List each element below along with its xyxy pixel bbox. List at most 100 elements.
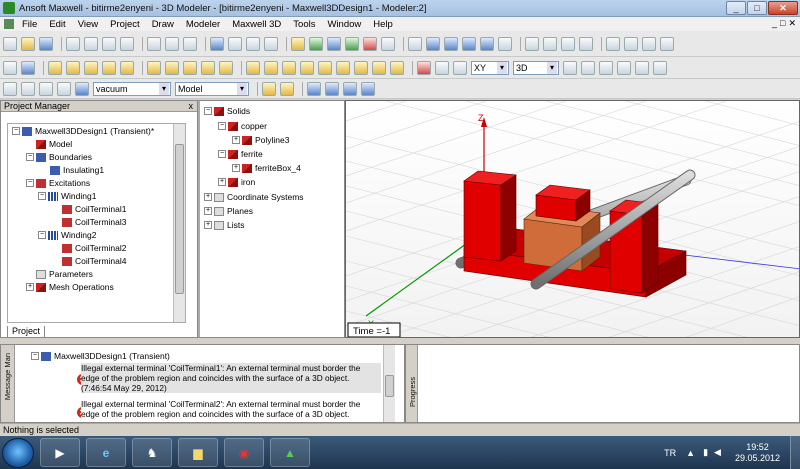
- project-manager-close-button[interactable]: x: [189, 101, 194, 112]
- maxwell-taskbar-button[interactable]: ▲: [270, 438, 310, 467]
- draw-region-icon[interactable]: [417, 60, 431, 75]
- tab-project[interactable]: Project: [7, 326, 46, 338]
- mdi-maximize-button[interactable]: □: [780, 18, 785, 29]
- viewport-canvas[interactable]: Z X: [346, 101, 800, 338]
- tree-item-winding2[interactable]: − Winding2: [38, 230, 96, 240]
- draw-surface-icon[interactable]: [219, 60, 233, 75]
- field-overlay-icon[interactable]: [345, 36, 359, 51]
- measure-icon[interactable]: [599, 60, 613, 75]
- draw-cylinder-icon[interactable]: [264, 60, 278, 75]
- measure-position-icon[interactable]: [617, 60, 631, 75]
- tree-item-coilterminal2[interactable]: CoilTerminal2: [62, 243, 127, 253]
- material-select[interactable]: vacuum: [93, 81, 171, 96]
- minimize-button[interactable]: _: [726, 1, 746, 15]
- collapse-icon[interactable]: −: [38, 192, 46, 200]
- measure-length-icon[interactable]: [635, 60, 649, 75]
- rotate-screen-icon[interactable]: [462, 36, 476, 51]
- split-icon[interactable]: [57, 81, 71, 96]
- expand-icon[interactable]: +: [218, 178, 226, 186]
- select-icon[interactable]: [210, 36, 224, 51]
- hide-selection-icon[interactable]: [642, 36, 656, 51]
- draw-center-arc-icon[interactable]: [102, 60, 116, 75]
- plane-select[interactable]: XY: [471, 60, 509, 75]
- tree-item-design[interactable]: − Maxwell3DDesign1 (Transient)*: [12, 126, 154, 136]
- draw-sphere-icon[interactable]: [318, 60, 332, 75]
- visibility-icon[interactable]: [606, 36, 620, 51]
- draw-cone-icon[interactable]: [300, 60, 314, 75]
- tree-item-coordinate-systems[interactable]: + Coordinate Systems: [204, 192, 304, 202]
- tree-item-coilterminal4[interactable]: CoilTerminal4: [62, 256, 127, 266]
- mdi-close-button[interactable]: ✕: [788, 18, 796, 29]
- expand-icon[interactable]: +: [204, 207, 212, 215]
- collapse-icon[interactable]: −: [31, 352, 39, 360]
- expand-icon[interactable]: +: [204, 193, 212, 201]
- model-help-icon[interactable]: [21, 60, 35, 75]
- volume-icon[interactable]: ◀: [714, 447, 721, 458]
- menu-modeler[interactable]: Modeler: [180, 19, 226, 30]
- draw-ellipse-icon[interactable]: [165, 60, 179, 75]
- scrollbar-thumb[interactable]: [175, 144, 184, 294]
- expand-icon[interactable]: +: [26, 283, 34, 291]
- copy-icon[interactable]: [84, 36, 98, 51]
- sweep-icon[interactable]: [264, 36, 278, 51]
- show-desktop-button[interactable]: [790, 436, 800, 469]
- draw-equation-curve-icon[interactable]: [120, 60, 134, 75]
- tree-item-winding1[interactable]: − Winding1: [38, 191, 96, 201]
- rotate-icon[interactable]: [426, 36, 440, 51]
- language-indicator[interactable]: TR: [664, 448, 676, 458]
- tree-item-iron[interactable]: + iron: [218, 177, 255, 187]
- collapse-icon[interactable]: −: [12, 127, 20, 135]
- show-all-icon[interactable]: [624, 36, 638, 51]
- mesh-overlay-icon[interactable]: [325, 81, 339, 96]
- orbit-icon[interactable]: [480, 36, 494, 51]
- material-icon[interactable]: [363, 36, 377, 51]
- analyze-icon[interactable]: [309, 36, 323, 51]
- boolean-subtract-icon[interactable]: [21, 81, 35, 96]
- face-cs-icon[interactable]: [453, 60, 467, 75]
- tree-item-excitations[interactable]: − Excitations: [26, 178, 90, 188]
- message-project-node[interactable]: − Maxwell3DDesign1 (Transient): [31, 351, 170, 361]
- close-button[interactable]: ✕: [768, 1, 798, 15]
- menu-edit[interactable]: Edit: [43, 19, 71, 30]
- draw-bondwire-icon[interactable]: [390, 60, 404, 75]
- tree-item-ferritebox-4[interactable]: + ferriteBox_4: [232, 163, 301, 173]
- open-icon[interactable]: [21, 36, 35, 51]
- menu-view[interactable]: View: [72, 19, 104, 30]
- collapse-icon[interactable]: −: [218, 150, 226, 158]
- tree-item-boundaries[interactable]: − Boundaries: [26, 152, 92, 162]
- snap-icon[interactable]: [3, 60, 17, 75]
- boolean-intersect-icon[interactable]: [39, 81, 53, 96]
- select-faces-icon[interactable]: [228, 36, 242, 51]
- tree-item-solids[interactable]: − Solids: [204, 106, 250, 116]
- fit-all-icon[interactable]: [561, 36, 575, 51]
- draw-regular-polyhedron-icon[interactable]: [282, 60, 296, 75]
- message-item[interactable]: Illegal external terminal 'CoilTerminal2…: [81, 399, 381, 419]
- collapse-icon[interactable]: −: [38, 231, 46, 239]
- draw-torus-icon[interactable]: [336, 60, 350, 75]
- relative-cs-icon[interactable]: [435, 60, 449, 75]
- collapse-icon[interactable]: −: [204, 107, 212, 115]
- explorer-taskbar-button[interactable]: ▆: [178, 438, 218, 467]
- save-icon[interactable]: [39, 36, 53, 51]
- vector-overlay-icon[interactable]: [361, 81, 375, 96]
- tree-item-coilterminal1[interactable]: CoilTerminal1: [62, 204, 127, 214]
- paste-icon[interactable]: [102, 36, 116, 51]
- app-taskbar-button[interactable]: ♞: [132, 438, 172, 467]
- maximize-button[interactable]: □: [747, 1, 767, 15]
- fit-selection-icon[interactable]: [579, 36, 593, 51]
- tree-item-mesh-operations[interactable]: + Mesh Operations: [26, 282, 114, 292]
- expand-icon[interactable]: +: [204, 221, 212, 229]
- scrollbar-thumb[interactable]: [385, 375, 394, 397]
- menu-draw[interactable]: Draw: [146, 19, 180, 30]
- collapse-icon[interactable]: −: [26, 153, 34, 161]
- view-mode-select[interactable]: 3D: [513, 60, 559, 75]
- tree-item-coilterminal3[interactable]: CoilTerminal3: [62, 217, 127, 227]
- help-icon[interactable]: [381, 36, 395, 51]
- print-icon[interactable]: [120, 36, 134, 51]
- draw-line-icon[interactable]: [48, 60, 62, 75]
- menu-project[interactable]: Project: [104, 19, 146, 30]
- tray-arrow-icon[interactable]: ▲: [686, 448, 695, 458]
- tree-item-polyline3[interactable]: + Polyline3: [232, 135, 290, 145]
- tree-item-planes[interactable]: + Planes: [204, 206, 253, 216]
- menu-window[interactable]: Window: [321, 19, 367, 30]
